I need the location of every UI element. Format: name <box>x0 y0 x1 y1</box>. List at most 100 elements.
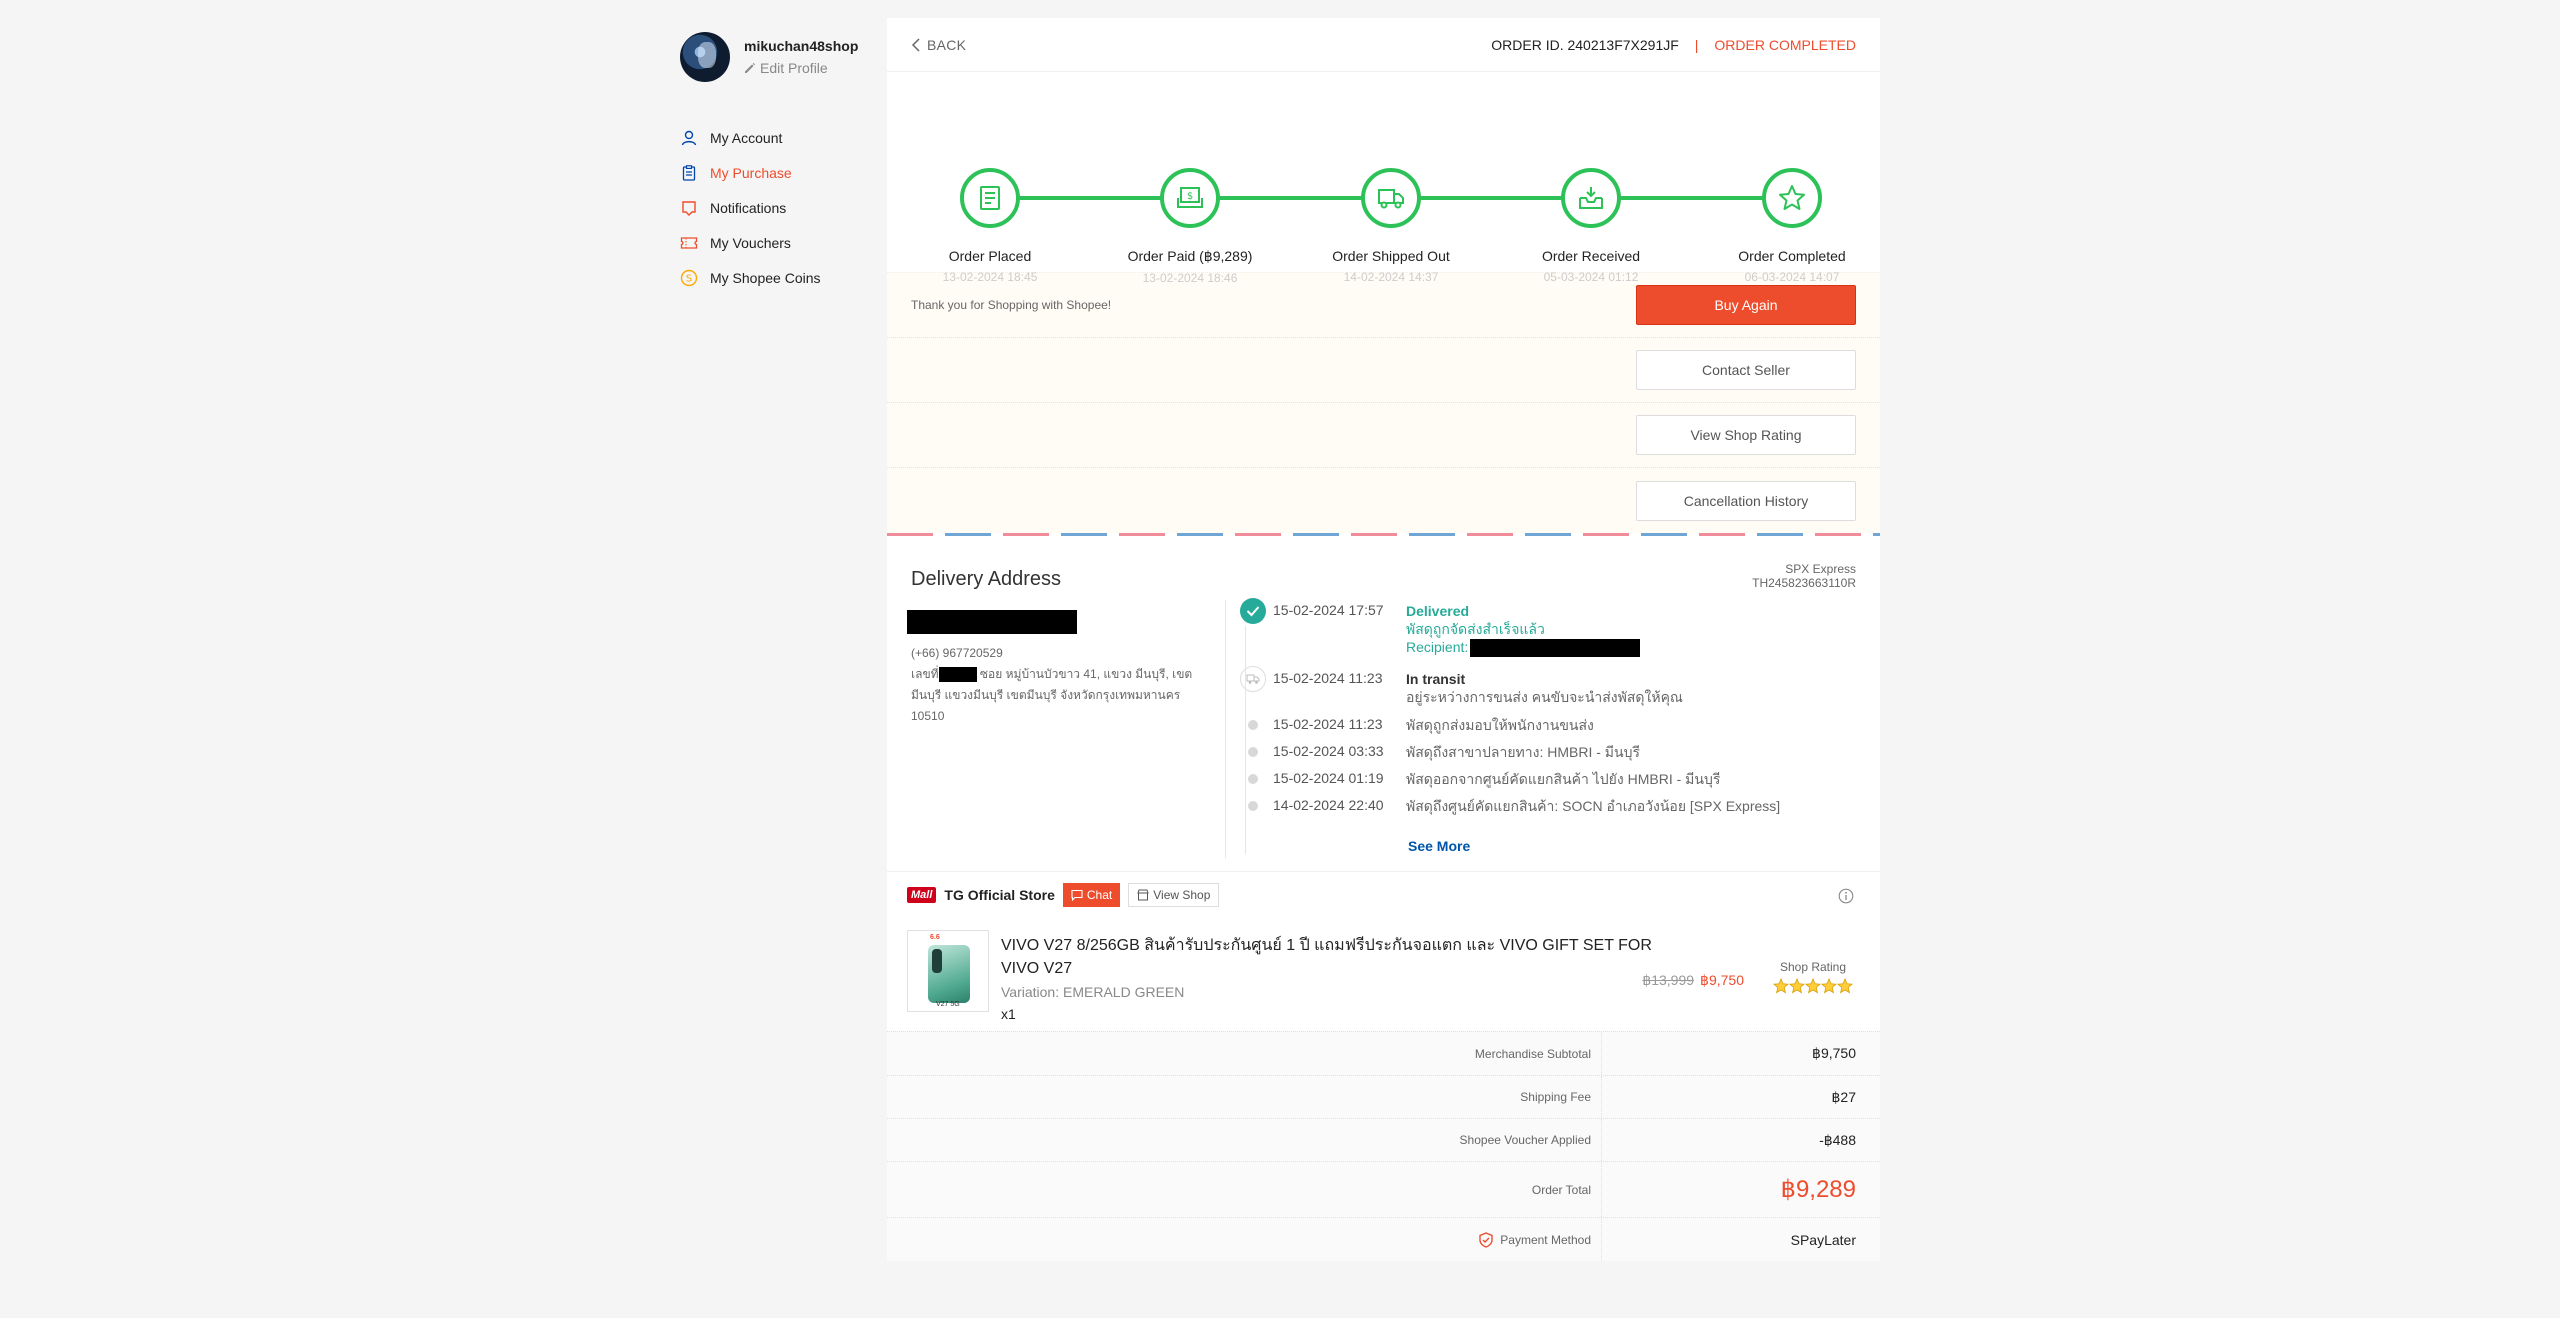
order-detail-panel: BACK ORDER ID. 240213F7X291JF | ORDER CO… <box>887 18 1880 1261</box>
sidebar-item-my-purchase[interactable]: My Purchase <box>680 155 880 190</box>
sidebar-item-my-vouchers[interactable]: My Vouchers <box>680 225 880 260</box>
svg-text:S: S <box>686 273 692 284</box>
sidebar-item-notifications[interactable]: Notifications <box>680 190 880 225</box>
see-more-link[interactable]: See More <box>1408 838 1470 854</box>
event-description: พัสดุถูกจัดส่งสำเร็จแล้ว <box>1406 621 1545 637</box>
summary-label: Payment Method <box>887 1218 1602 1261</box>
action-row: Cancellation History <box>887 468 1880 533</box>
summary-row: Order Total ฿9,289 <box>887 1162 1880 1218</box>
step-time: 13-02-2024 18:46 <box>1142 271 1238 285</box>
step-order-shipped: Order Shipped Out 14-02-2024 14:37 <box>1291 168 1491 284</box>
clipboard-icon <box>680 164 698 182</box>
receipt-icon <box>960 168 1020 228</box>
sidebar-item-label: My Purchase <box>710 164 792 181</box>
event-status: In transit <box>1406 671 1466 687</box>
thanks-message: Thank you for Shopping with Shopee! <box>911 298 1112 312</box>
star-icon <box>1837 978 1853 994</box>
order-meta: ORDER ID. 240213F7X291JF | ORDER COMPLET… <box>1491 37 1856 53</box>
event-text: Delivered พัสดุถูกจัดส่งสำเร็จแล้ว Recip… <box>1406 602 1856 658</box>
money-icon: $ <box>1160 168 1220 228</box>
event-time: 15-02-2024 11:23 <box>1273 670 1383 686</box>
order-total-value: ฿9,289 <box>1780 1176 1856 1203</box>
buy-again-button[interactable]: Buy Again <box>1636 285 1856 325</box>
svg-text:$: $ <box>1187 191 1193 202</box>
sidebar-item-label: Notifications <box>710 199 787 216</box>
summary-row: Payment Method SPayLater <box>887 1218 1880 1261</box>
star-icon <box>1773 978 1789 994</box>
sidebar-item-label: My Account <box>710 129 783 146</box>
contact-seller-button[interactable]: Contact Seller <box>1636 350 1856 390</box>
step-time: 14-02-2024 14:37 <box>1343 270 1439 284</box>
edit-profile-label: Edit Profile <box>760 60 828 76</box>
star-icon <box>1789 978 1805 994</box>
payment-method-value: SPayLater <box>1790 1231 1856 1248</box>
sidebar-menu: My Account My Purchase Notifications My … <box>680 120 880 295</box>
event-time: 15-02-2024 03:33 <box>1273 743 1384 759</box>
event-time: 14-02-2024 22:40 <box>1273 797 1384 813</box>
carrier-name: SPX Express <box>1785 562 1856 576</box>
shield-icon <box>1479 1231 1493 1248</box>
step-title: Order Completed <box>1738 248 1846 264</box>
timeline-rail <box>1245 626 1246 854</box>
summary-row: Shopee Voucher Applied -฿488 <box>887 1119 1880 1162</box>
shop-rating-label: Shop Rating <box>1779 960 1847 974</box>
event-description: พัสดุถูกส่งมอบให้พนักงานขนส่ง <box>1406 717 1594 733</box>
step-order-placed: Order Placed 13-02-2024 18:45 <box>890 168 1090 284</box>
view-shop-rating-button[interactable]: View Shop Rating <box>1636 415 1856 455</box>
separator: | <box>1694 36 1699 53</box>
coin-icon: S <box>680 269 698 287</box>
edit-profile-link[interactable]: Edit Profile <box>744 60 858 76</box>
timeline-dot <box>1248 774 1258 784</box>
tracking-timeline: 15-02-2024 17:57 Delivered พัสดุถูกจัดส่… <box>1225 598 1865 858</box>
thumbnail-label: V27 5G <box>936 1001 960 1008</box>
shop-name[interactable]: TG Official Store <box>944 887 1054 903</box>
event-status: Delivered <box>1406 603 1470 619</box>
shop-rating: Shop Rating <box>1770 960 1856 994</box>
truck-icon <box>1240 666 1266 692</box>
redacted-address <box>938 667 977 683</box>
profile-username: mikuchan48shop <box>744 38 859 54</box>
star-icon <box>1821 978 1837 994</box>
action-row: Contact Seller <box>887 338 1880 403</box>
timeline-dot <box>1248 720 1258 730</box>
step-time: 13-02-2024 18:45 <box>942 270 1038 284</box>
sidebar-item-my-shopee-coins[interactable]: S My Shopee Coins <box>680 260 880 295</box>
step-title: Order Received <box>1541 248 1641 264</box>
recipient-address: เลขที่ ซอย หมู่บ้านบัวขาว 41, แขวง มีนบุ… <box>911 664 1216 727</box>
event-description: พัสดุถึงสาขาปลายทาง: HMBRI - มีนบุรี <box>1406 744 1641 760</box>
avatar[interactable] <box>680 32 730 82</box>
rating-stars <box>1770 978 1856 994</box>
back-button[interactable]: BACK <box>911 37 966 53</box>
event-time: 15-02-2024 17:57 <box>1273 602 1384 618</box>
order-actions: Thank you for Shopping with Shopee! Buy … <box>887 272 1880 533</box>
chevron-left-icon <box>911 37 920 52</box>
view-shop-button[interactable]: View Shop <box>1128 883 1220 907</box>
camera-module <box>932 949 942 973</box>
mall-badge: Mall <box>907 887 937 903</box>
timeline-dot <box>1248 747 1258 757</box>
info-icon[interactable] <box>1838 888 1854 909</box>
user-icon <box>680 129 698 147</box>
event-description: พัสดุถึงศูนย์คัดแยกสินค้า: SOCN อำเภอวัง… <box>1406 798 1781 814</box>
chat-button[interactable]: Chat <box>1062 883 1121 907</box>
product-quantity: x1 <box>1001 1006 1016 1022</box>
step-order-paid: $ Order Paid (฿9,289) 13-02-2024 18:46 <box>1090 168 1290 285</box>
chat-label: Chat <box>1086 888 1113 902</box>
event-text: In transit อยู่ระหว่างการขนส่ง คนขับจะนำ… <box>1406 670 1856 706</box>
product-item[interactable]: 6.6 V27 5G VIVO V27 8/256GB สินค้ารับประ… <box>907 930 1856 1022</box>
product-thumbnail[interactable]: 6.6 V27 5G <box>907 930 989 1012</box>
view-shop-label: View Shop <box>1153 888 1211 902</box>
order-summary: Merchandise Subtotal ฿9,750 Shipping Fee… <box>887 1031 1880 1261</box>
star-icon <box>1805 978 1821 994</box>
cancellation-history-button[interactable]: Cancellation History <box>1636 480 1856 521</box>
thumbnail-tag: 6.6 <box>930 934 940 941</box>
address-prefix: เลขที่ <box>911 667 939 681</box>
original-price: ฿13,999 <box>1642 972 1695 988</box>
recipient-label: Recipient: <box>1406 639 1469 655</box>
sale-price: ฿9,750 <box>1700 972 1744 988</box>
summary-label: Shipping Fee <box>887 1076 1602 1118</box>
sidebar-item-my-account[interactable]: My Account <box>680 120 880 155</box>
product-variation: Variation: EMERALD GREEN <box>1001 984 1185 1000</box>
action-row: View Shop Rating <box>887 403 1880 468</box>
event-description: อยู่ระหว่างการขนส่ง คนขับจะนำส่งพัสดุให้… <box>1406 689 1683 705</box>
